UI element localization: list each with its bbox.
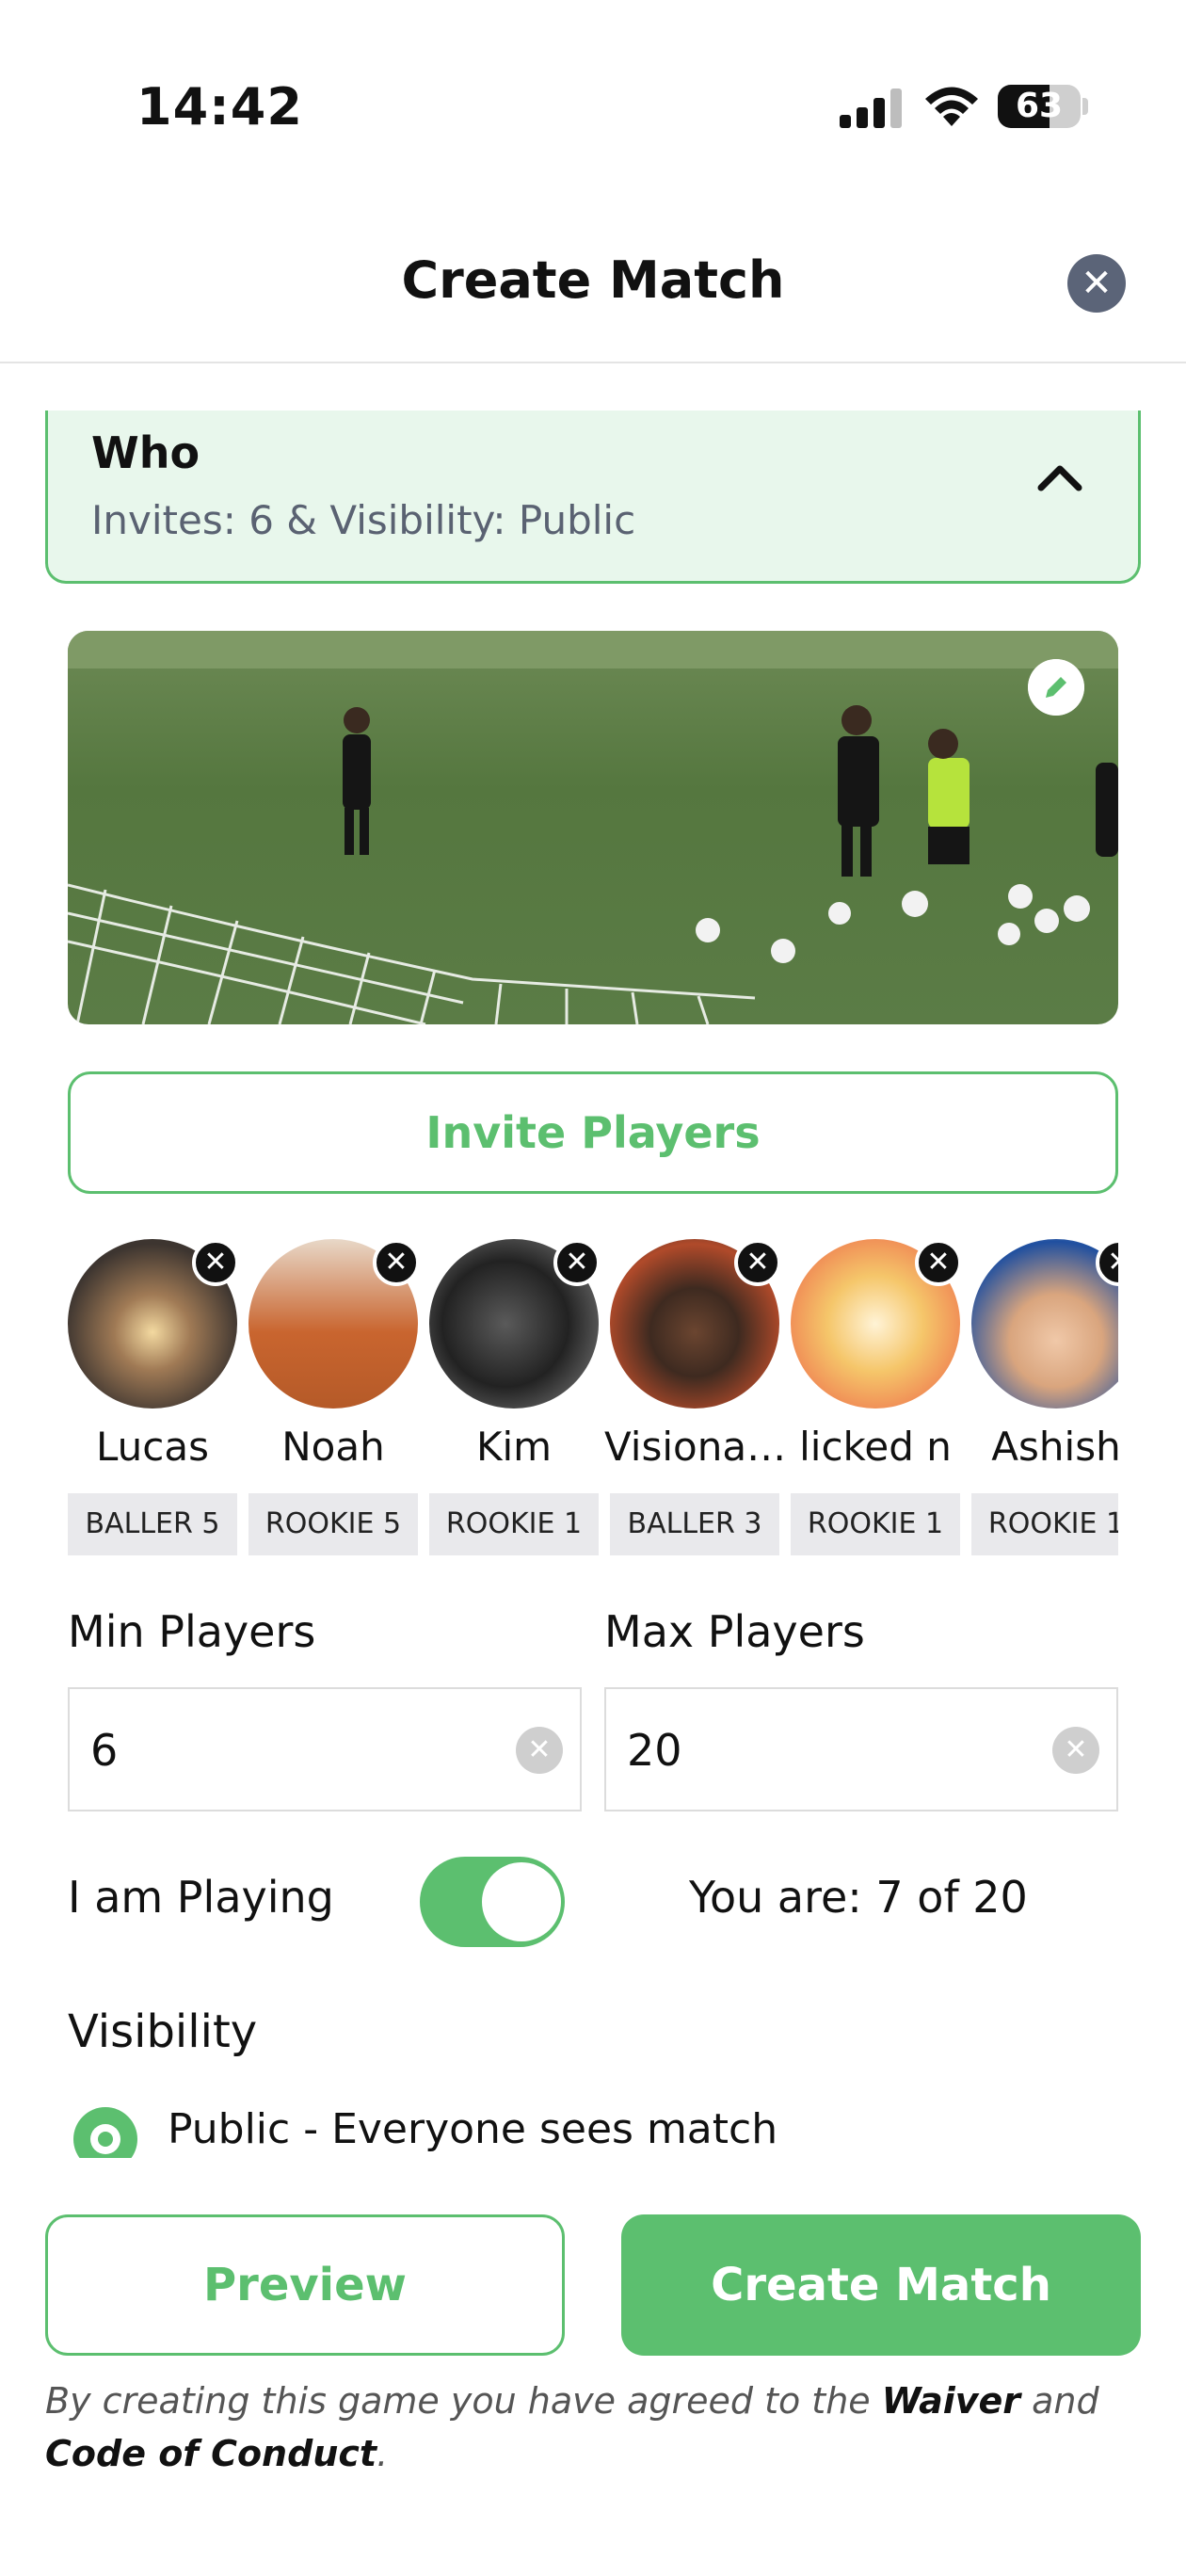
invited-players-list: ✕ Lucas BALLER 5 ✕ Noah ROOKIE 5 ✕ Kim R… [68, 1239, 1118, 1555]
remove-player-button[interactable]: ✕ [373, 1239, 420, 1286]
close-icon[interactable]: ✕ [1067, 254, 1126, 313]
who-accordion[interactable]: Who Invites: 6 & Visibility: Public [45, 411, 1141, 584]
player-badge: BALLER 3 [610, 1493, 779, 1555]
remove-player-button[interactable]: ✕ [734, 1239, 781, 1286]
remove-player-button[interactable]: ✕ [553, 1239, 601, 1286]
max-players-input[interactable]: 20 ✕ [604, 1687, 1118, 1811]
invite-players-button[interactable]: Invite Players [68, 1071, 1118, 1194]
public-radio[interactable] [73, 2107, 137, 2158]
max-players-label: Max Players [604, 1606, 865, 1657]
toggle-knob [482, 1862, 561, 1941]
wifi-icon [925, 87, 978, 126]
who-subtitle: Invites: 6 & Visibility: Public [91, 497, 636, 543]
preview-button[interactable]: Preview [45, 2214, 565, 2356]
waiver-link[interactable]: Waiver [882, 2380, 1020, 2422]
playing-toggle[interactable] [420, 1857, 565, 1947]
code-of-conduct-link[interactable]: Code of Conduct [45, 2433, 377, 2474]
remove-player-button[interactable]: ✕ [915, 1239, 962, 1286]
player-badge: ROOKIE 1 [429, 1493, 599, 1555]
player-name: Ashish [991, 1424, 1118, 1470]
match-cover-image [68, 631, 1118, 1024]
status-time: 14:42 [136, 77, 303, 137]
visibility-options: Public - Everyone sees match [0, 2090, 1186, 2158]
player-name: Lucas [96, 1424, 209, 1470]
playing-label: I am Playing [68, 1872, 334, 1923]
battery-icon: 63 [998, 85, 1088, 128]
player-name: Visiona… [604, 1424, 785, 1470]
player-badge: ROOKIE 1 [971, 1493, 1118, 1555]
player-badge: BALLER 5 [68, 1493, 237, 1555]
edit-image-icon[interactable] [1028, 659, 1084, 716]
player-name: Kim [475, 1424, 553, 1470]
clear-icon[interactable]: ✕ [1052, 1727, 1099, 1774]
header: Create Match ✕ [0, 217, 1186, 363]
min-players-value: 6 [90, 1725, 119, 1776]
player-name: Noah [281, 1424, 385, 1470]
player-card: ✕ Lucas BALLER 5 [68, 1239, 239, 1555]
player-card: ✕ Noah ROOKIE 5 [248, 1239, 420, 1555]
page-title: Create Match [401, 250, 785, 310]
player-card: ✕ licked n ROOKIE 1 [791, 1239, 962, 1555]
create-match-button[interactable]: Create Match [621, 2214, 1141, 2356]
player-name: licked n [799, 1424, 952, 1470]
remove-player-button[interactable]: ✕ [192, 1239, 239, 1286]
status-bar: 14:42 63 [0, 0, 1186, 188]
player-card: ✕ Ashish ROOKIE 1 [971, 1239, 1118, 1555]
min-players-input[interactable]: 6 ✕ [68, 1687, 582, 1811]
visibility-title: Visibility [68, 2005, 258, 2058]
visibility-option-label[interactable]: Public - Everyone sees match [168, 2105, 777, 2153]
player-card: ✕ Kim ROOKIE 1 [429, 1239, 601, 1555]
min-players-label: Min Players [68, 1606, 316, 1657]
legal-notice: By creating this game you have agreed to… [45, 2380, 1099, 2474]
cellular-signal-icon [840, 87, 906, 128]
who-title: Who [91, 427, 200, 478]
battery-level: 63 [1015, 87, 1064, 125]
player-badge: ROOKIE 5 [248, 1493, 418, 1555]
player-card: ✕ Visiona… BALLER 3 [604, 1239, 785, 1555]
max-players-value: 20 [627, 1725, 682, 1776]
player-badge: ROOKIE 1 [791, 1493, 960, 1555]
player-position-status: You are: 7 of 20 [689, 1872, 1028, 1923]
clear-icon[interactable]: ✕ [516, 1727, 563, 1774]
chevron-up-icon[interactable] [1036, 459, 1083, 493]
